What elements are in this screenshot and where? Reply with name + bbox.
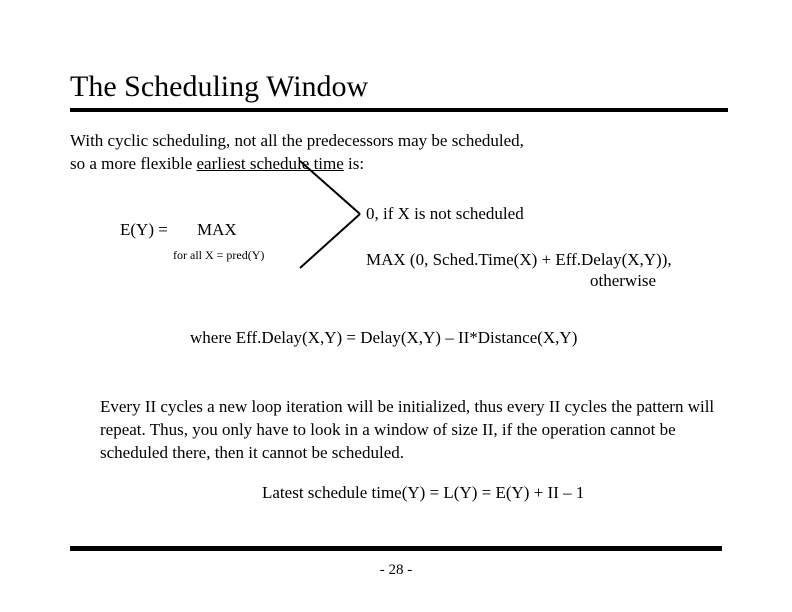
latest-formula: Latest schedule time(Y) = L(Y) = E(Y) + … bbox=[262, 483, 728, 503]
intro-line2a: so a more flexible bbox=[70, 154, 197, 173]
ey-label: E(Y) = bbox=[120, 220, 168, 240]
slide-title: The Scheduling Window bbox=[70, 70, 728, 112]
footer-rule bbox=[70, 546, 722, 551]
forall-label: for all X = pred(Y) bbox=[173, 248, 264, 263]
explanation-paragraph: Every II cycles a new loop iteration wil… bbox=[100, 396, 720, 465]
intro-underline: earliest schedule time bbox=[197, 154, 344, 173]
max-label: MAX bbox=[197, 220, 237, 240]
case2b-text: otherwise bbox=[590, 271, 656, 291]
where-clause: where Eff.Delay(X,Y) = Delay(X,Y) – II*D… bbox=[190, 328, 728, 348]
case2a-text: MAX (0, Sched.Time(X) + Eff.Delay(X,Y)), bbox=[366, 250, 672, 270]
page-number: - 28 - bbox=[0, 562, 792, 579]
intro-line2c: is: bbox=[344, 154, 364, 173]
intro-line1: With cyclic scheduling, not all the pred… bbox=[70, 131, 524, 150]
intro-text: With cyclic scheduling, not all the pred… bbox=[70, 130, 728, 176]
case1-text: 0, if X is not scheduled bbox=[366, 204, 524, 224]
formula-region: E(Y) = MAX for all X = pred(Y) 0, if X i… bbox=[70, 204, 728, 322]
